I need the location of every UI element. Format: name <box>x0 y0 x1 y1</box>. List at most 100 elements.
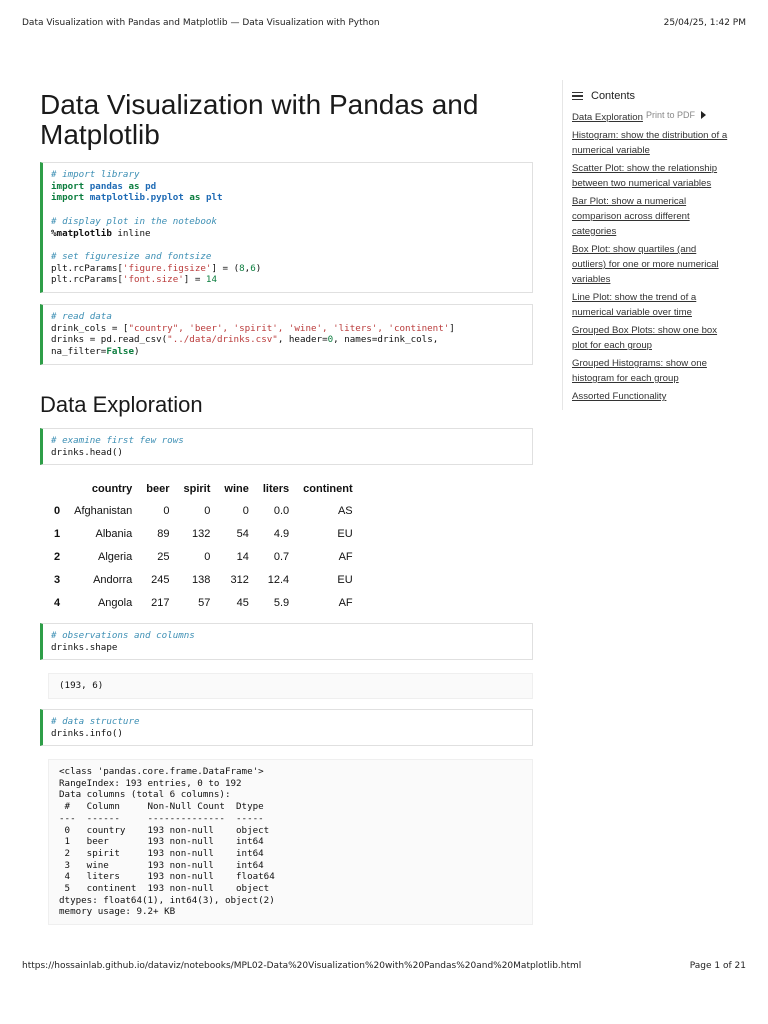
table-row: 2 Algeria 25 0 14 0.7 AF <box>48 546 360 569</box>
row-index: 2 <box>54 550 61 563</box>
table-cell: 217 <box>151 596 170 609</box>
table-cell: Algeria <box>97 550 133 563</box>
column-header: liters <box>262 483 290 495</box>
print-to-pdf-button[interactable]: Print to PDF <box>644 110 707 120</box>
code-number: 14 <box>205 274 217 286</box>
code-alias: plt <box>205 192 223 204</box>
footer-url: https://hossainlab.github.io/dataviz/not… <box>22 961 582 971</box>
play-icon <box>701 111 707 119</box>
code-text: plt.rcParams[ <box>51 262 123 274</box>
toc-sidebar: Contents Data Exploration Histogram: sho… <box>572 90 732 407</box>
code-magic: %matplotlib <box>51 227 112 239</box>
sidebar-divider <box>562 80 563 410</box>
table-cell: EU <box>337 573 353 586</box>
code-cell-head[interactable]: # examine first few rows drinks.head() <box>40 428 533 466</box>
table-cell: 0.0 <box>273 505 290 518</box>
code-text: ] = ( <box>211 262 240 274</box>
column-header: country <box>91 483 133 495</box>
code-cell-info[interactable]: # data structure drinks.info() <box>40 709 533 747</box>
footer-page-number: Page 1 of 21 <box>689 961 746 971</box>
table-cell: Andorra <box>93 573 133 586</box>
table-cell: 25 <box>157 550 170 563</box>
code-comment: # display plot in the notebook <box>51 215 217 227</box>
table-cell: 12.4 <box>267 573 290 586</box>
table-row: 0 Afghanistan 0 0 0 0.0 AS <box>48 500 360 523</box>
output-line: 3 wine 193 non-null int64 <box>59 859 275 871</box>
code-text: ] = <box>183 274 206 286</box>
table-cell: EU <box>337 528 353 541</box>
code-string: "../data/drinks.csv" <box>167 334 278 346</box>
code-text: drinks.info() <box>51 727 123 739</box>
table-cell: 54 <box>236 528 249 541</box>
code-keyword: import <box>51 192 85 204</box>
output-line: 0 country 193 non-null object <box>59 824 275 836</box>
table-row: 1 Albania 89 132 54 4.9 EU <box>48 523 360 546</box>
dataframe-table: country beer spirit wine liters continen… <box>48 478 360 614</box>
shape-output: (193, 6) <box>48 673 533 699</box>
code-text: na_filter= <box>51 346 107 358</box>
code-text: drinks = pd.read_csv( <box>51 334 168 346</box>
output-line: dtypes: float64(1), int64(3), object(2) <box>59 894 275 906</box>
code-cell-read-data[interactable]: # read data drink_cols = ["country", 'bee… <box>40 304 533 365</box>
output-line: memory usage: 9.2+ KB <box>59 906 176 918</box>
output-line: RangeIndex: 193 entries, 0 to 192 <box>59 777 242 789</box>
column-header: wine <box>224 483 249 495</box>
column-header: continent <box>303 483 353 495</box>
output-line: 5 continent 193 non-null object <box>59 883 275 895</box>
toc-item-grouped-histograms[interactable]: Grouped Histograms: show one histogram f… <box>572 356 732 386</box>
table-cell: 45 <box>236 596 249 609</box>
code-text: drink_cols = [ <box>51 322 129 334</box>
code-text: ) <box>134 346 140 358</box>
toc-heading-label: Contents <box>591 90 636 102</box>
output-line: <class 'pandas.core.frame.DataFrame'> <box>59 766 264 777</box>
code-cell-shape[interactable]: # observations and columns drinks.shape <box>40 623 533 661</box>
print-header: Data Visualization with Pandas and Matpl… <box>22 18 746 28</box>
code-text: drinks.head() <box>51 446 123 458</box>
toc-heading: Contents <box>572 90 732 102</box>
code-module: matplotlib.pyplot <box>89 192 184 204</box>
code-text: , names=drink_cols, <box>333 334 439 346</box>
section-title-data-exploration: Data Exploration <box>40 392 203 417</box>
table-row: 3 Andorra 245 138 312 12.4 EU <box>48 568 360 591</box>
table-cell: Angola <box>97 596 133 609</box>
code-comment: # import library <box>51 169 140 180</box>
code-cell-imports[interactable]: # import library import pandas as pd impor… <box>40 162 533 293</box>
code-comment: # data structure <box>51 716 140 727</box>
toc-item-grouped-box-plots[interactable]: Grouped Box Plots: show one box plot for… <box>572 323 732 353</box>
table-row: 4 Angola 217 57 45 5.9 AF <box>48 591 360 614</box>
code-keyword: False <box>106 346 134 358</box>
table-header-row: country beer spirit wine liters continen… <box>48 478 360 500</box>
code-text: ) <box>255 262 262 274</box>
code-comment: # set figuresize and fontsize <box>51 250 212 262</box>
code-string: "country", 'beer', 'spirit', 'wine', 'li… <box>128 322 450 334</box>
output-line: 2 spirit 193 non-null int64 <box>59 847 275 859</box>
table-cell: 14 <box>236 550 249 563</box>
toc-item-scatter-plot[interactable]: Scatter Plot: show the relationship betw… <box>572 161 732 191</box>
print-to-pdf-label: Print to PDF <box>646 110 696 120</box>
toc-item-assorted-functionality[interactable]: Assorted Functionality <box>572 389 732 404</box>
code-string: 'figure.figsize' <box>122 262 212 274</box>
table-cell: 0 <box>204 550 211 563</box>
toc-item-bar-plot[interactable]: Bar Plot: show a numerical comparison ac… <box>572 194 732 239</box>
table-cell: AS <box>337 505 353 518</box>
code-text: ] <box>449 322 455 334</box>
table-cell: 0 <box>204 505 211 518</box>
table-cell: AF <box>338 596 353 609</box>
column-header: spirit <box>183 483 211 495</box>
code-module: pandas <box>89 180 123 192</box>
toc-item-box-plot[interactable]: Box Plot: show quartiles (and outliers) … <box>572 242 732 287</box>
info-output: <class 'pandas.core.frame.DataFrame'> Ra… <box>48 759 533 926</box>
row-index: 1 <box>54 528 61 541</box>
output-line: 4 liters 193 non-null float64 <box>59 871 275 883</box>
output-line: 1 beer 193 non-null int64 <box>59 836 275 848</box>
row-index: 0 <box>54 505 61 518</box>
output-line: Data columns (total 6 columns): <box>59 789 231 801</box>
row-index: 4 <box>54 596 61 609</box>
table-cell: 132 <box>192 528 211 541</box>
output-line: --- ------ -------------- ----- <box>59 812 275 824</box>
page-title: Data Visualization with Pandas and Matpl… <box>40 89 479 150</box>
toc-item-line-plot[interactable]: Line Plot: show the trend of a numerical… <box>572 290 732 320</box>
code-string: 'font.size' <box>122 274 184 286</box>
toc-item-histogram[interactable]: Histogram: show the distribution of a nu… <box>572 128 732 158</box>
code-text: inline <box>111 227 151 239</box>
